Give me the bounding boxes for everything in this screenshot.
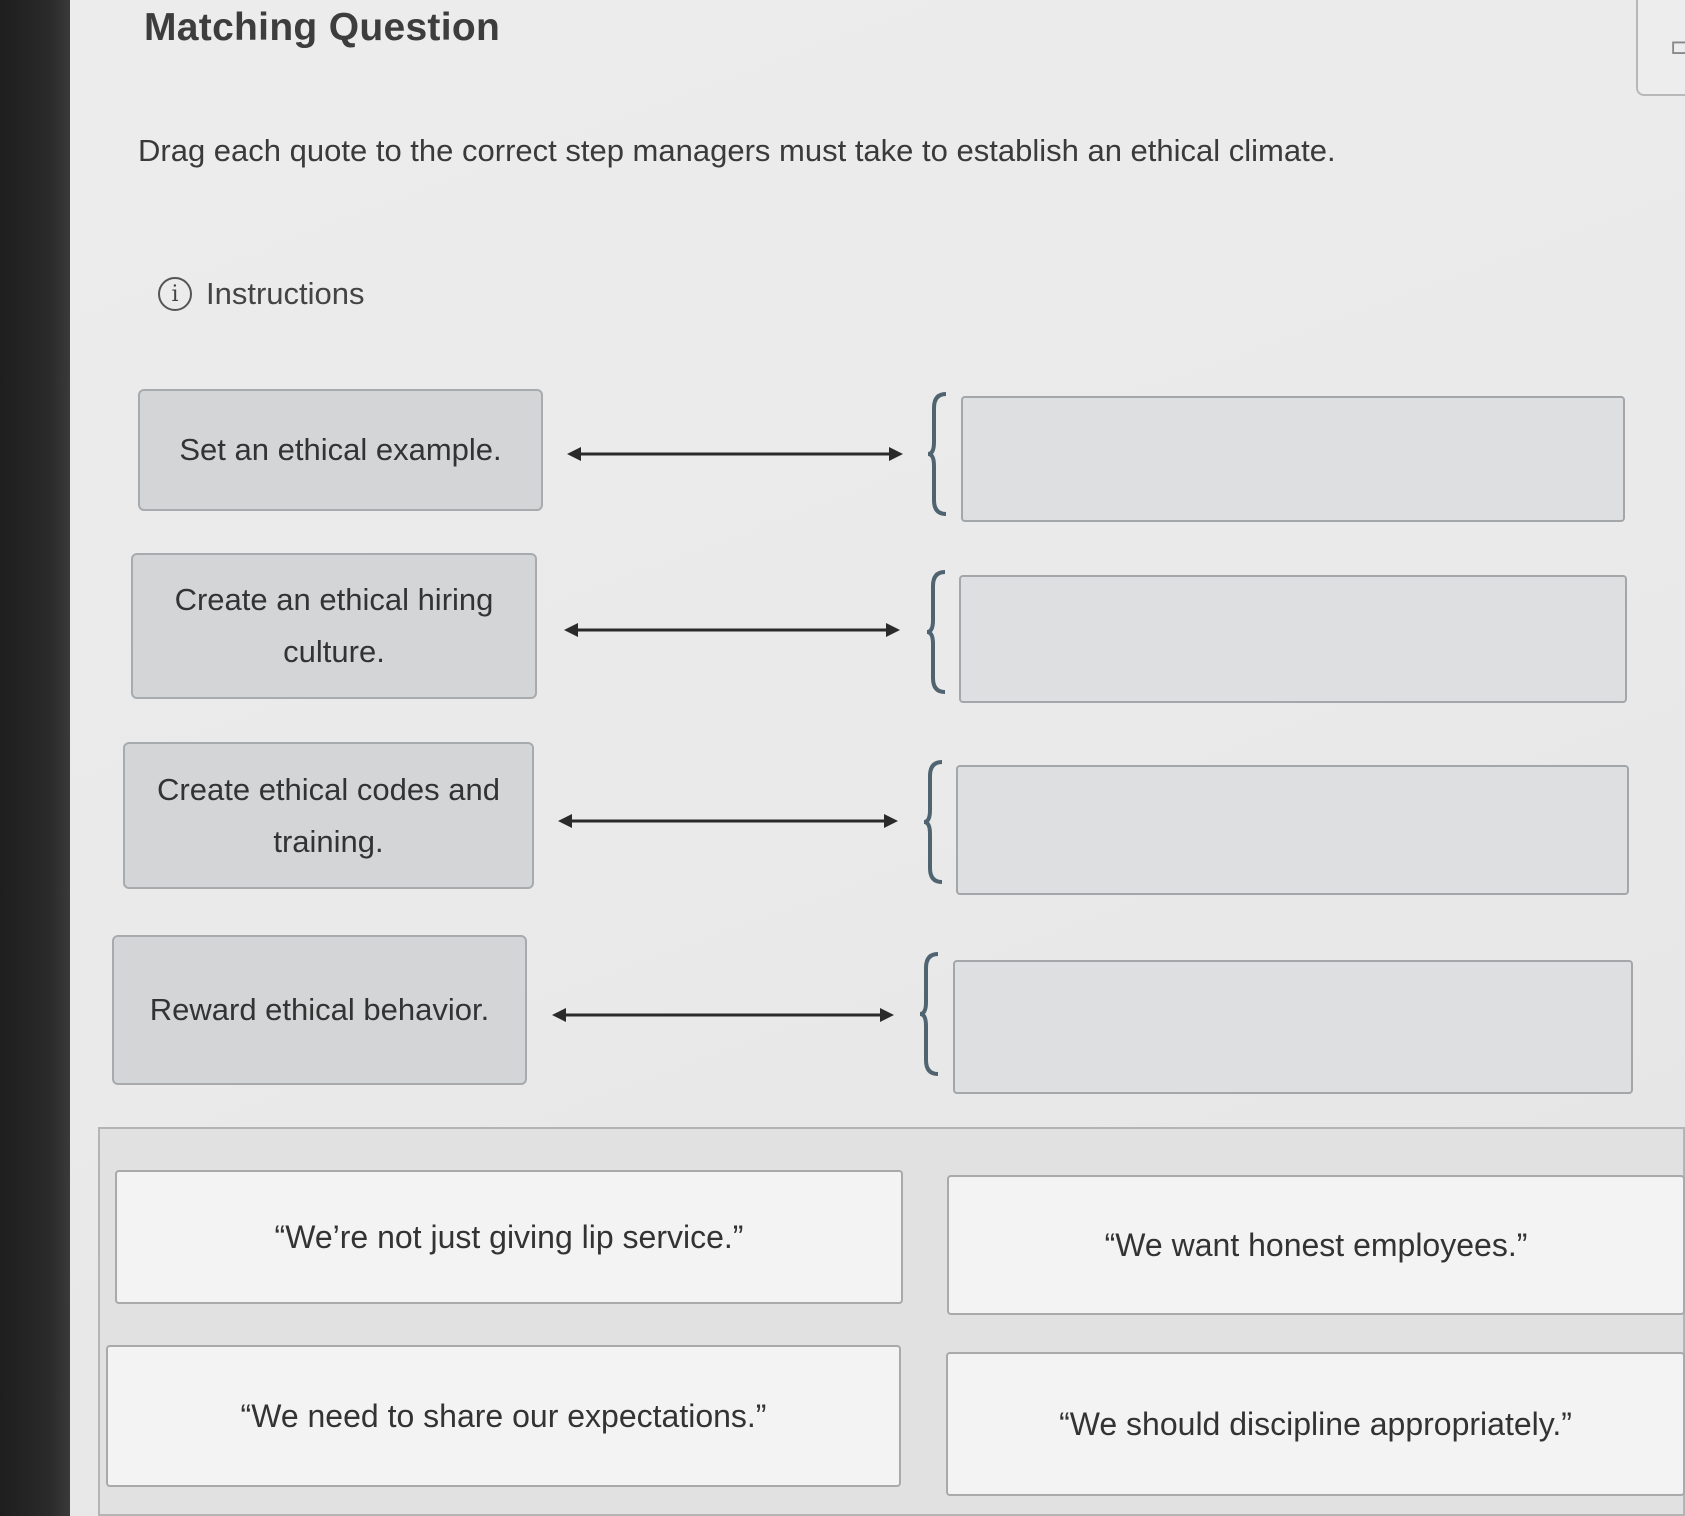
prompt-reward-behavior: Reward ethical behavior. <box>112 935 527 1085</box>
quote-lip-service[interactable]: “We’re not just giving lip service.” <box>115 1170 903 1304</box>
quote-text: “We’re not just giving lip service.” <box>274 1218 744 1255</box>
prompt-set-example: Set an ethical example. <box>138 389 543 511</box>
prompt-label: Create ethical codes and training. <box>157 771 500 859</box>
question-prompt: Drag each quote to the correct step mana… <box>138 133 1336 168</box>
expand-icon[interactable]: ⊏ <box>1670 34 1685 60</box>
quote-text: “We want honest employees.” <box>1104 1226 1528 1263</box>
double-arrow-icon <box>558 814 898 828</box>
prompt-label: Create an ethical hiring culture. <box>174 582 494 669</box>
question-title: Matching Question <box>144 6 501 49</box>
drop-target-3[interactable] <box>956 765 1629 895</box>
prompt-label: Reward ethical behavior. <box>149 992 490 1027</box>
brace-icon <box>923 760 943 884</box>
brace-icon <box>927 392 947 516</box>
double-arrow-icon <box>564 623 900 637</box>
quote-text: “We need to share our expectations.” <box>240 1397 767 1434</box>
quote-share-expectations[interactable]: “We need to share our expectations.” <box>106 1345 901 1487</box>
device-bezel <box>0 0 70 1516</box>
prompt-hiring-culture: Create an ethical hiring culture. <box>131 553 537 699</box>
drop-target-2[interactable] <box>959 575 1627 703</box>
drop-target-4[interactable] <box>953 960 1633 1094</box>
prompt-codes-training: Create ethical codes and training. <box>123 742 534 889</box>
instructions-toggle[interactable]: i Instructions <box>158 276 365 312</box>
drop-target-1[interactable] <box>961 396 1625 522</box>
double-arrow-icon <box>552 1008 894 1022</box>
quote-text: “We should discipline appropriately.” <box>1059 1405 1572 1442</box>
brace-icon <box>926 570 946 694</box>
quote-discipline[interactable]: “We should discipline appropriately.” <box>946 1352 1685 1496</box>
double-arrow-icon <box>567 447 903 461</box>
prompt-label: Set an ethical example. <box>179 432 502 467</box>
quote-honest-employees[interactable]: “We want honest employees.” <box>947 1175 1685 1315</box>
brace-icon <box>919 952 939 1076</box>
instructions-label: Instructions <box>206 276 365 311</box>
info-icon: i <box>158 277 192 311</box>
